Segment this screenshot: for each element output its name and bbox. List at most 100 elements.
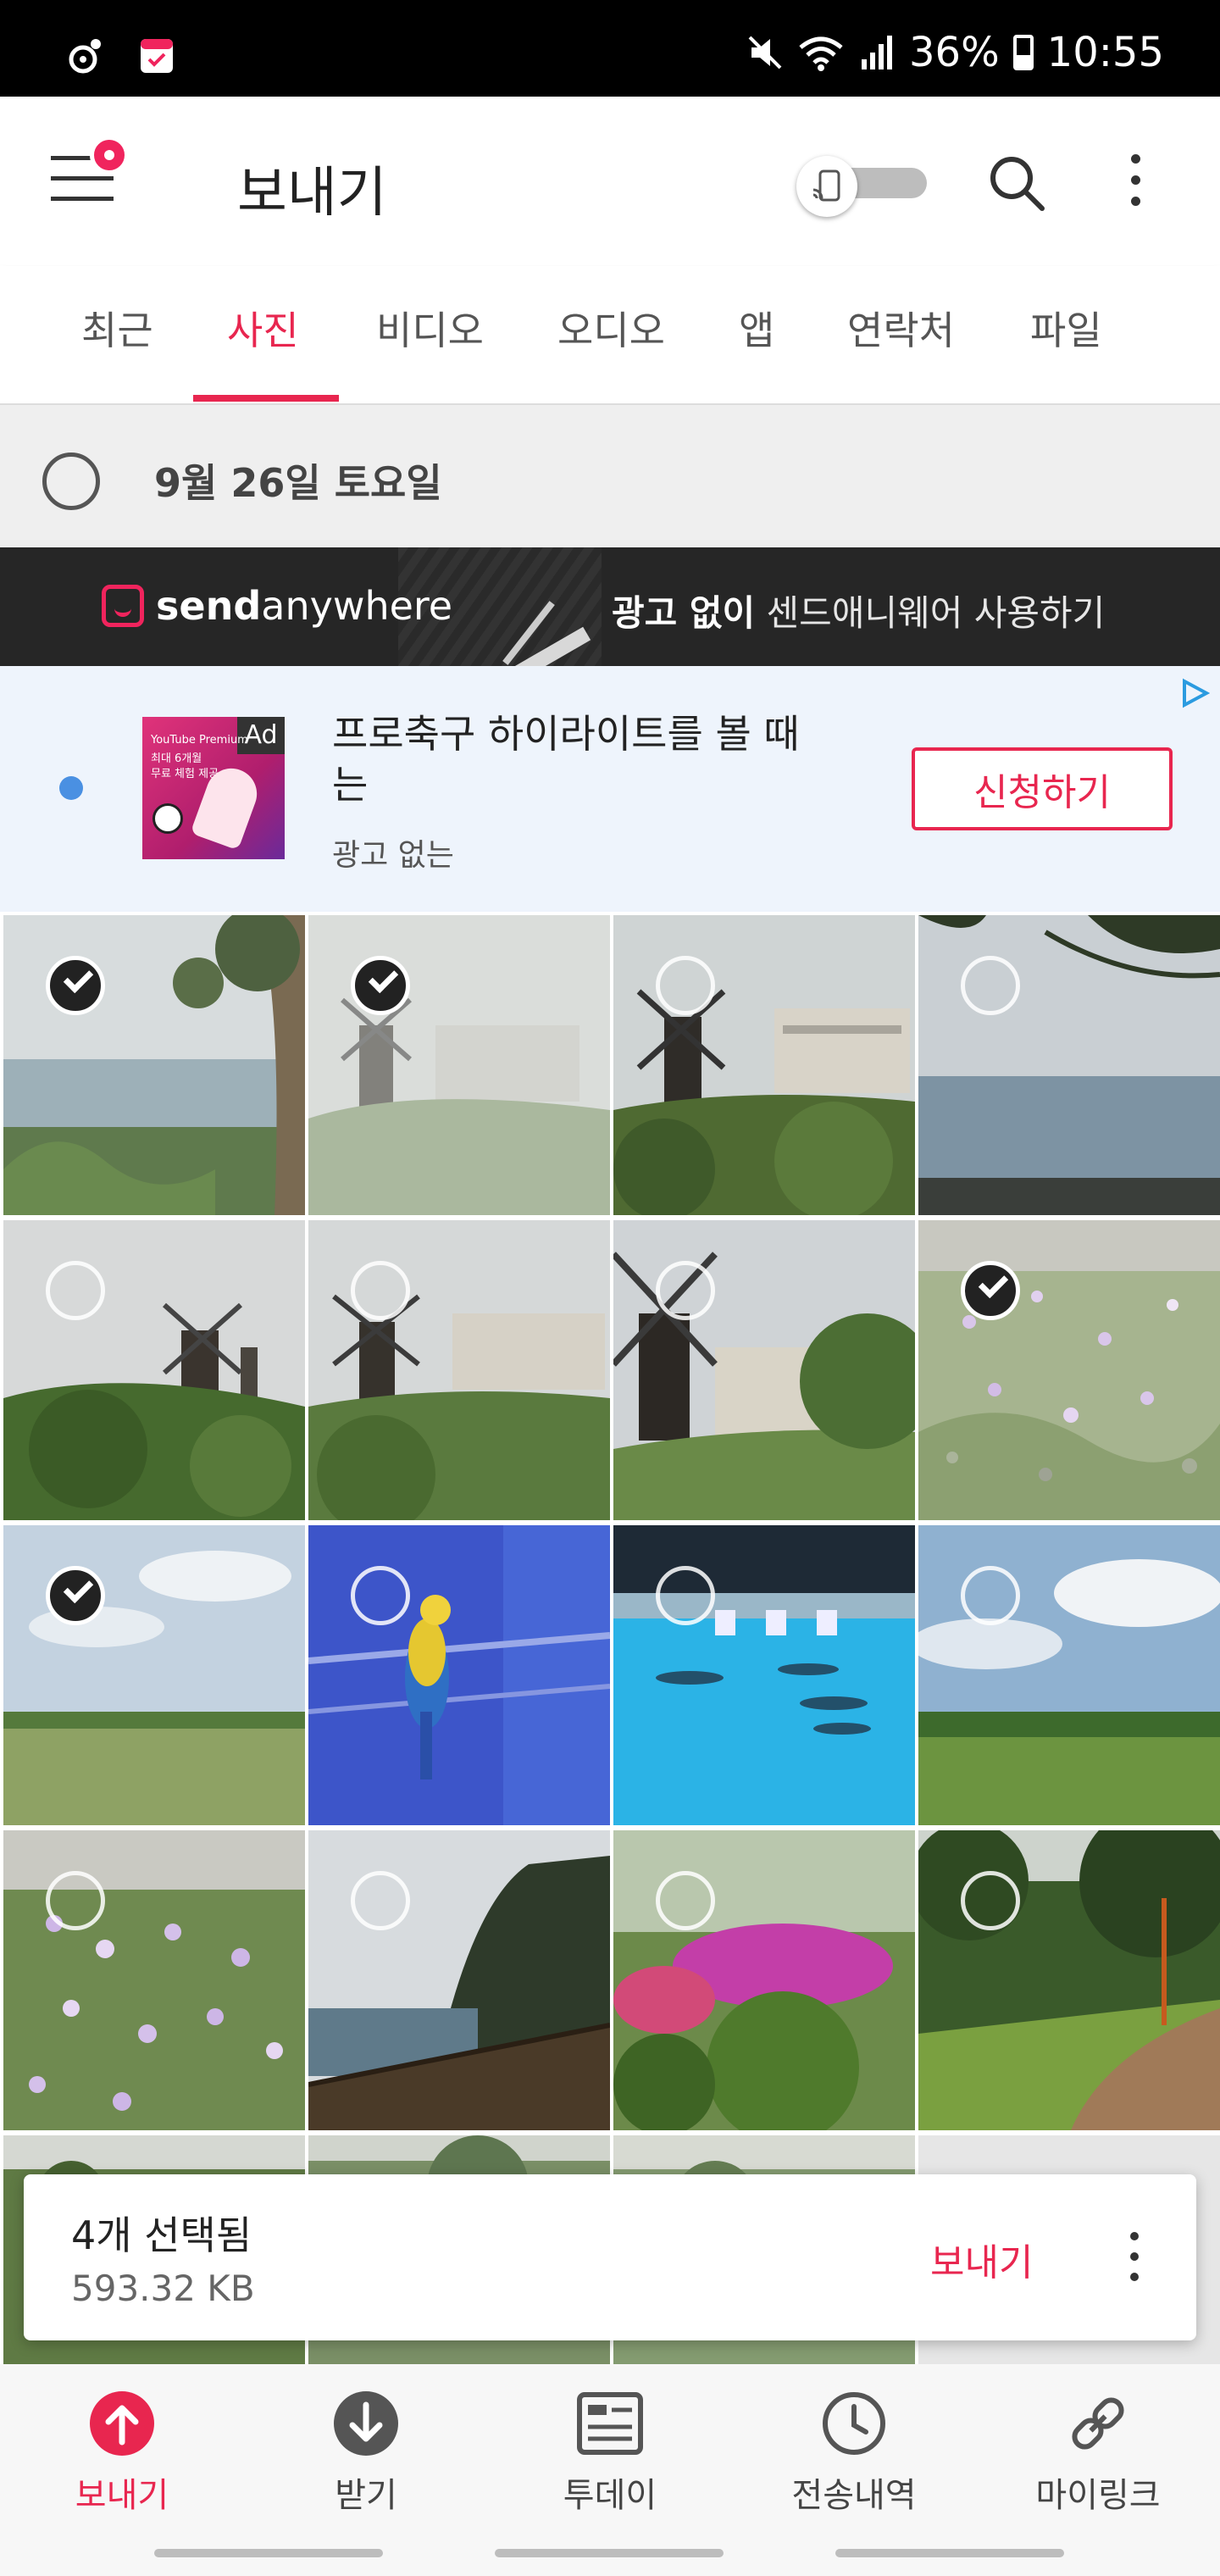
brand-send: send	[156, 583, 262, 629]
link-icon	[1064, 2390, 1132, 2457]
photo-thumbnail[interactable]	[308, 915, 610, 1215]
sendanywhere-logo-icon	[102, 585, 144, 627]
photo-thumbnail[interactable]	[918, 1830, 1220, 2130]
newspaper-icon	[576, 2390, 644, 2457]
battery-icon	[1012, 35, 1034, 70]
photo-checkbox[interactable]	[656, 1261, 715, 1320]
category-tabs: 최근 사진 비디오 오디오 앱 연락처 파일	[0, 266, 1220, 405]
wifi-icon	[799, 36, 843, 71]
photo-checkbox[interactable]	[656, 1566, 715, 1625]
tab-video[interactable]: 비디오	[376, 300, 484, 356]
photo-checkbox[interactable]	[351, 1871, 410, 1930]
photo-thumbnail[interactable]	[3, 1830, 305, 2130]
photo-thumbnail[interactable]	[613, 915, 915, 1215]
signal-icon	[861, 36, 892, 69]
clock: 10:55	[1046, 29, 1164, 76]
search-icon[interactable]	[983, 149, 1051, 217]
photo-checkbox[interactable]	[46, 1871, 105, 1930]
tab-recent[interactable]: 최근	[81, 300, 153, 356]
photo-checkbox[interactable]	[46, 1261, 105, 1320]
photo-checkbox[interactable]	[351, 1566, 410, 1625]
ad-title: 프로축구 하이라이트를 볼 때는	[332, 711, 800, 808]
no-ads-banner[interactable]: sendanywhere 광고 없이 센드애니웨어 사용하기	[0, 547, 1220, 666]
selected-size: 593.32 KB	[71, 2268, 255, 2309]
photo-thumbnail[interactable]	[3, 1220, 305, 1520]
ad-subtitle: 광고 없는	[332, 838, 454, 873]
bottom-navigation: 보내기 받기 투데이 전송내역 마이링크	[0, 2364, 1220, 2535]
ad-image-line3: 무료 체험 제공	[151, 768, 219, 780]
mute-icon	[748, 36, 782, 69]
cast-toggle[interactable]	[796, 156, 929, 217]
photo-checkbox[interactable]	[961, 1261, 1020, 1320]
photo-checkbox[interactable]	[46, 956, 105, 1015]
photo-grid	[0, 912, 1220, 2364]
tab-photos[interactable]: 사진	[227, 300, 299, 356]
brand-anywhere: anywhere	[261, 583, 453, 629]
nav-send[interactable]: 보내기	[12, 2390, 232, 2517]
nav-today-label: 투데이	[563, 2476, 657, 2515]
photo-thumbnail[interactable]	[613, 1830, 915, 2130]
photo-checkbox[interactable]	[656, 1871, 715, 1930]
date-label: 9월 26일 토요일	[154, 460, 442, 506]
selection-bar: 4개 선택됨 593.32 KB 보내기	[24, 2174, 1196, 2340]
more-vert-icon[interactable]	[1118, 147, 1152, 219]
photo-thumbnail[interactable]	[918, 1220, 1220, 1520]
selected-count: 4개 선택됨	[71, 2212, 252, 2258]
nav-receive-label: 받기	[335, 2476, 397, 2515]
photo-thumbnail[interactable]	[918, 1525, 1220, 1825]
gesture-handle	[835, 2549, 1064, 2557]
active-tab-indicator	[193, 395, 339, 402]
photo-thumbnail[interactable]	[308, 1830, 610, 2130]
tab-contacts[interactable]: 연락처	[847, 300, 955, 356]
tab-audio[interactable]: 오디오	[557, 300, 665, 356]
nav-history[interactable]: 전송내역	[744, 2390, 964, 2517]
photo-thumbnail[interactable]	[918, 915, 1220, 1215]
date-group-header: 9월 26일 토요일	[0, 405, 1220, 547]
adchoices-icon[interactable]	[1179, 678, 1210, 708]
photo-checkbox[interactable]	[961, 956, 1020, 1015]
battery-percent: 36%	[908, 29, 1000, 76]
nav-today[interactable]: 투데이	[500, 2390, 720, 2517]
ad-image[interactable]: Ad YouTube Premium 최대 6개월 무료 체험 제공	[142, 717, 285, 859]
photo-thumbnail[interactable]	[3, 1525, 305, 1825]
nav-send-label: 보내기	[75, 2476, 169, 2515]
photo-thumbnail[interactable]	[613, 1220, 915, 1520]
page-title: 보내기	[237, 162, 387, 225]
tab-files[interactable]: 파일	[1030, 300, 1102, 356]
tab-apps[interactable]: 앱	[739, 300, 774, 356]
ad-cta-button[interactable]: 신청하기	[912, 747, 1173, 830]
photo-checkbox[interactable]	[46, 1566, 105, 1625]
calendar-icon	[141, 39, 173, 73]
gesture-handle	[154, 2549, 383, 2557]
sendanywhere-logo: sendanywhere	[102, 583, 452, 629]
banner-text-bold: 광고 없이	[612, 592, 756, 634]
nav-mylink[interactable]: 마이링크	[988, 2390, 1208, 2517]
ad-image-line1: YouTube Premium	[151, 734, 248, 747]
send-button[interactable]: 보내기	[930, 2232, 1033, 2286]
nav-history-label: 전송내역	[791, 2476, 917, 2515]
photo-checkbox[interactable]	[961, 1871, 1020, 1930]
banner-text-rest: 센드애니웨어 사용하기	[755, 592, 1106, 634]
download-arrow-icon	[332, 2390, 400, 2457]
ad-card[interactable]: Ad YouTube Premium 최대 6개월 무료 체험 제공 프로축구 …	[0, 666, 1220, 912]
photo-checkbox[interactable]	[961, 1566, 1020, 1625]
menu-notification-badge	[90, 136, 129, 175]
photo-checkbox[interactable]	[656, 956, 715, 1015]
ad-image-line2: 최대 6개월	[151, 752, 202, 765]
gesture-handle	[495, 2549, 724, 2557]
cast-icon	[796, 156, 857, 217]
selection-more-icon[interactable]	[1122, 2227, 1147, 2295]
photo-thumbnail[interactable]	[613, 1525, 915, 1825]
nav-receive[interactable]: 받기	[256, 2390, 476, 2517]
select-all-day-checkbox[interactable]	[42, 452, 100, 510]
banner-text: 광고 없이 센드애니웨어 사용하기	[612, 585, 1105, 636]
nav-mylink-label: 마이링크	[1035, 2476, 1161, 2515]
photo-checkbox[interactable]	[351, 956, 410, 1015]
photo-thumbnail[interactable]	[308, 1525, 610, 1825]
photo-thumbnail[interactable]	[3, 915, 305, 1215]
ad-indicator-dot	[59, 776, 83, 800]
photo-checkbox[interactable]	[351, 1261, 410, 1320]
notification-app-icon	[69, 39, 101, 74]
photo-thumbnail[interactable]	[308, 1220, 610, 1520]
upload-arrow-icon	[88, 2390, 156, 2457]
